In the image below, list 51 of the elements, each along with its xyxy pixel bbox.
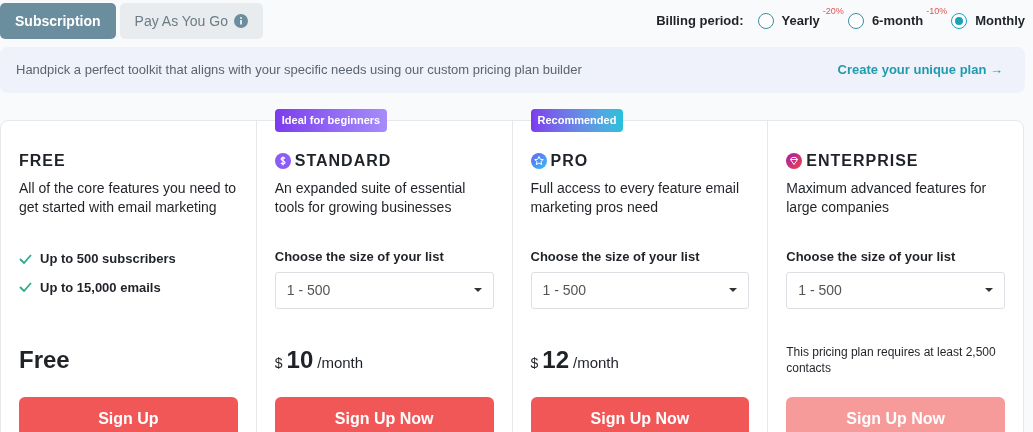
sign-up-button[interactable]: Sign Up xyxy=(19,397,238,432)
caret-icon xyxy=(473,288,482,292)
list-size-select[interactable]: 1 - 500 xyxy=(786,271,1005,309)
plan-description: All of the core features you need to get started with email marketing xyxy=(19,179,238,217)
caret-icon xyxy=(985,288,993,292)
feature-text: Up to 15,000 emails xyxy=(40,278,161,297)
plan-name: FREE xyxy=(19,151,66,171)
plan-name: STANDARD xyxy=(294,151,392,171)
billing-option-label: 6-month xyxy=(871,12,924,31)
billing-option-label: Yearly xyxy=(781,12,820,31)
dollar-icon xyxy=(274,153,291,169)
select-label: Choose the size of your list xyxy=(274,248,445,266)
info-icon xyxy=(233,14,248,28)
price-amount: 12 xyxy=(542,345,569,375)
pricing-note: This pricing plan requires at least 2,500 contacts xyxy=(786,344,997,376)
plan-name: PRO xyxy=(550,151,589,171)
plan-badge: Recommended xyxy=(530,109,624,132)
list-size-select[interactable]: 1 - 500 xyxy=(274,271,494,309)
create-plan-link[interactable]: Create your unique plan → xyxy=(837,60,1003,80)
discount-label: -10% xyxy=(926,5,948,19)
currency-symbol: $ xyxy=(530,354,539,373)
caret-icon xyxy=(729,288,738,292)
select-label: Choose the size of your list xyxy=(530,248,701,266)
plan-type-tab[interactable]: Pay As You Go xyxy=(119,3,263,39)
plan-description: An expanded suite of essential tools for growing businesses xyxy=(274,179,467,217)
star-icon xyxy=(530,153,547,169)
price-amount: Free xyxy=(19,345,70,375)
currency-symbol: $ xyxy=(274,354,283,373)
check-icon xyxy=(19,282,32,293)
billing-option-label: Monthly xyxy=(975,12,1025,31)
billing-radio[interactable] xyxy=(951,13,968,29)
banner-text: Handpick a perfect toolkit that aligns with your specific needs using our custom pricing plan builder xyxy=(16,61,582,80)
check-icon xyxy=(19,253,32,264)
plan-badge: Ideal for beginners xyxy=(274,109,388,132)
select-label: Choose the size of your list xyxy=(786,248,957,266)
plan-type-tab[interactable]: Subscription xyxy=(0,3,116,39)
billing-radio[interactable] xyxy=(757,13,774,29)
price-amount: 10 xyxy=(286,345,314,375)
gem-icon xyxy=(786,153,803,169)
list-size-select[interactable]: 1 - 500 xyxy=(530,271,750,309)
discount-label: -20% xyxy=(822,5,844,19)
plan-description: Maximum advanced features for large companies xyxy=(786,179,988,217)
billing-radio[interactable] xyxy=(847,13,864,29)
billing-period-label: Billing period: xyxy=(656,12,744,31)
sign-up-button[interactable]: Sign Up Now xyxy=(274,397,494,432)
plan-name: ENTERPRISE xyxy=(806,151,919,171)
feature-text: Up to 500 subscribers xyxy=(40,250,176,268)
sign-up-button[interactable]: Sign Up Now xyxy=(530,397,750,432)
plan-description: Full access to every feature email marketing pros need xyxy=(530,179,741,217)
price-period: /month xyxy=(317,353,364,373)
price-period: /month xyxy=(573,353,619,373)
